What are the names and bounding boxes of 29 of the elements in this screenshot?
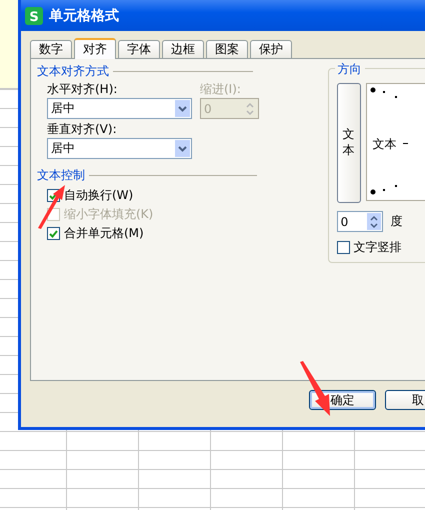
checkbox[interactable] bbox=[336, 241, 350, 254]
tab[interactable]: 对齐 bbox=[74, 38, 116, 59]
field-label: 垂直对齐(V): bbox=[47, 122, 118, 137]
checkbox-label: 合并单元格(M) bbox=[64, 226, 144, 241]
field-label: 缩进(I): bbox=[200, 82, 242, 97]
tab[interactable]: 数字 bbox=[30, 40, 72, 58]
checkbox-label: 缩小字体填充(K) bbox=[64, 207, 154, 222]
check-icon bbox=[49, 230, 58, 238]
checkbox-label: 文字竖排 bbox=[354, 240, 402, 255]
group-title: 文本对齐方式 bbox=[37, 63, 109, 80]
checkbox[interactable] bbox=[47, 227, 60, 240]
group-title: 文本控制 bbox=[37, 167, 85, 184]
degrees-label: 度 bbox=[390, 213, 403, 230]
window-title: 单元格格式 bbox=[49, 6, 119, 24]
orientation-dial[interactable]: 文本 bbox=[366, 83, 425, 201]
field-label: 水平对齐(H): bbox=[47, 82, 118, 97]
vertical-text-button[interactable]: 文本 bbox=[336, 83, 361, 203]
dropdown[interactable]: 居中 bbox=[47, 138, 192, 159]
tab[interactable]: 字体 bbox=[118, 40, 160, 58]
tab[interactable]: 保护 bbox=[250, 40, 292, 58]
dial-text: 文本 bbox=[372, 136, 397, 153]
tab[interactable]: 边框 bbox=[162, 40, 204, 58]
dialog-button[interactable]: 取 bbox=[384, 390, 425, 410]
degrees-field[interactable]: 0 bbox=[336, 211, 383, 232]
spinner-arrows-icon[interactable] bbox=[366, 213, 381, 230]
checkbox-label: 自动换行(W) bbox=[64, 188, 134, 203]
tab[interactable]: 图案 bbox=[206, 40, 248, 58]
dropdown[interactable]: 居中 bbox=[47, 98, 192, 119]
app-icon: S bbox=[25, 6, 43, 24]
